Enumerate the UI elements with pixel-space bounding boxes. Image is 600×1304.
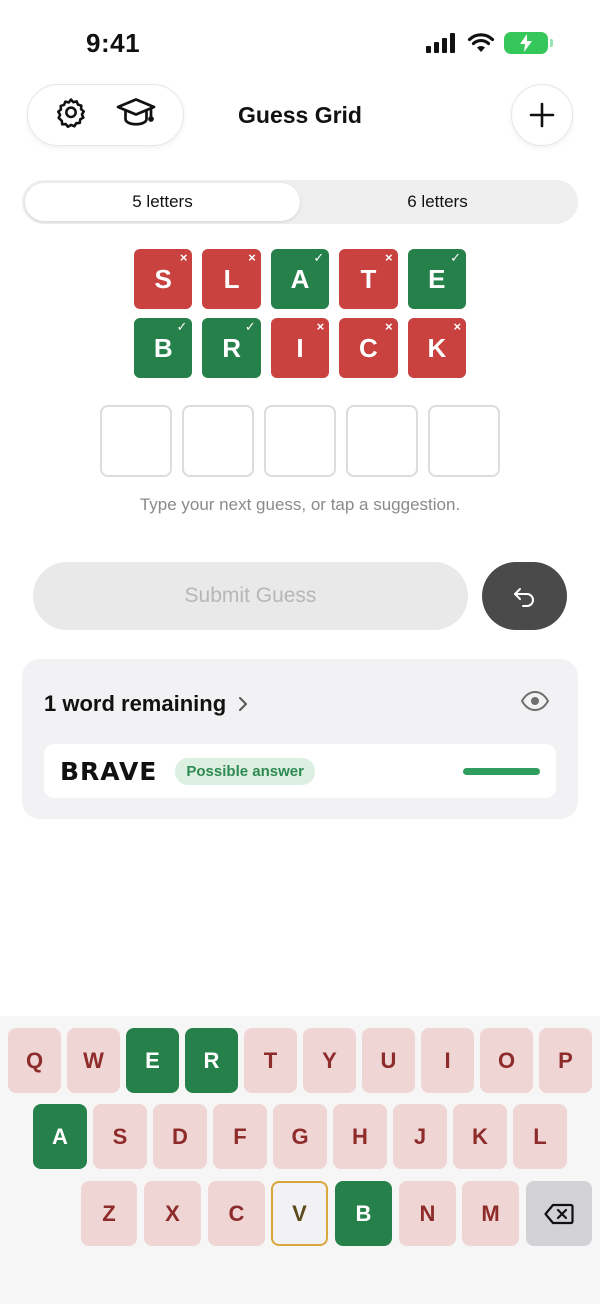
word-length-selector: 5 letters 6 letters	[22, 180, 578, 224]
key-n[interactable]: N	[399, 1181, 456, 1246]
key-k[interactable]: K	[453, 1104, 507, 1169]
letter-input-box[interactable]	[100, 405, 172, 477]
key-g[interactable]: G	[273, 1104, 327, 1169]
guess-row: B ✓ R ✓ I × C × K ×	[134, 318, 467, 378]
key-l[interactable]: L	[513, 1104, 567, 1169]
chevron-right-icon	[239, 697, 248, 711]
guess-tile[interactable]: A ✓	[270, 249, 330, 309]
guess-row: S × L × A ✓ T × E ✓	[134, 249, 467, 309]
absent-mark-icon: ×	[385, 319, 393, 334]
key-p[interactable]: P	[539, 1028, 592, 1093]
segment-6-letters[interactable]: 6 letters	[300, 183, 575, 221]
guess-tile[interactable]: S ×	[134, 249, 193, 309]
key-x[interactable]: X	[144, 1181, 201, 1246]
absent-mark-icon: ×	[248, 250, 256, 265]
remaining-words-header[interactable]: 1 word remaining	[44, 691, 248, 717]
key-c[interactable]: C	[208, 1181, 265, 1246]
key-q[interactable]: Q	[8, 1028, 61, 1093]
status-icons	[426, 32, 553, 54]
guess-tile[interactable]: E ✓	[407, 249, 467, 309]
status-time: 9:41	[86, 28, 141, 58]
letter-input-box[interactable]	[264, 405, 336, 477]
keyboard: Q W E R T Y U I O P A S D F G H J K L Z …	[0, 1016, 600, 1304]
key-u[interactable]: U	[362, 1028, 415, 1093]
letter-input-box[interactable]	[428, 405, 500, 477]
key-e[interactable]: E	[126, 1028, 179, 1093]
segment-5-letters[interactable]: 5 letters	[25, 183, 300, 221]
guess-tile[interactable]: I ×	[270, 318, 330, 378]
absent-mark-icon: ×	[453, 319, 462, 334]
key-a[interactable]: A	[33, 1104, 87, 1169]
backspace-icon	[544, 1203, 574, 1224]
guess-tile[interactable]: L ×	[202, 249, 261, 309]
undo-icon	[513, 588, 534, 607]
letter-input-box[interactable]	[182, 405, 254, 477]
status-bar: 9:41	[0, 0, 600, 80]
battery-charging-icon	[504, 32, 553, 54]
key-h[interactable]: H	[333, 1104, 387, 1169]
correct-mark-icon: ✓	[450, 250, 462, 265]
key-m[interactable]: M	[462, 1181, 519, 1246]
key-w[interactable]: W	[67, 1028, 120, 1093]
key-j[interactable]: J	[393, 1104, 447, 1169]
guess-tile[interactable]: T ×	[339, 249, 398, 309]
key-b[interactable]: B	[335, 1181, 392, 1246]
remaining-words-card: 1 word remaining BRAVE Possible answer	[22, 659, 578, 819]
key-f[interactable]: F	[213, 1104, 267, 1169]
absent-mark-icon: ×	[385, 250, 393, 265]
letter-input-box[interactable]	[346, 405, 418, 477]
list-item[interactable]: BRAVE Possible answer	[44, 744, 556, 798]
key-d[interactable]: D	[153, 1104, 207, 1169]
remaining-count: 1 word remaining	[44, 691, 227, 716]
key-r[interactable]: R	[185, 1028, 238, 1093]
submit-guess-button[interactable]: Submit Guess	[33, 562, 468, 630]
eye-icon[interactable]	[520, 690, 550, 716]
next-guess-input	[100, 405, 500, 477]
key-t[interactable]: T	[244, 1028, 297, 1093]
key-y[interactable]: Y	[303, 1028, 356, 1093]
status-badge: Possible answer	[175, 757, 315, 785]
absent-mark-icon: ×	[179, 250, 188, 265]
candidate-word: BRAVE	[60, 756, 158, 786]
likelihood-bar	[463, 767, 540, 775]
header: Guess Grid	[0, 84, 600, 146]
undo-button[interactable]	[482, 562, 567, 630]
page-title: Guess Grid	[238, 102, 362, 128]
guess-tile[interactable]: K ×	[407, 318, 467, 378]
correct-mark-icon: ✓	[244, 319, 256, 334]
add-button[interactable]	[511, 84, 573, 146]
guess-tile[interactable]: C ×	[339, 318, 398, 378]
guess-grid: S × L × A ✓ T × E ✓ B ✓ R ✓ I × C × K ×	[134, 249, 467, 387]
wifi-icon	[467, 33, 495, 52]
correct-mark-icon: ✓	[176, 319, 188, 334]
guess-tile[interactable]: B ✓	[134, 318, 193, 378]
cellular-signal-icon	[426, 33, 455, 53]
key-z[interactable]: Z	[81, 1181, 137, 1246]
key-o[interactable]: O	[480, 1028, 533, 1093]
guess-tile[interactable]: R ✓	[202, 318, 261, 378]
absent-mark-icon: ×	[316, 319, 325, 334]
correct-mark-icon: ✓	[313, 250, 325, 265]
key-v[interactable]: V	[271, 1181, 328, 1246]
plus-icon	[529, 102, 555, 128]
key-i[interactable]: I	[421, 1028, 474, 1093]
backspace-key[interactable]	[526, 1181, 592, 1246]
hint-text: Type your next guess, or tap a suggestio…	[139, 495, 461, 514]
key-s[interactable]: S	[93, 1104, 147, 1169]
